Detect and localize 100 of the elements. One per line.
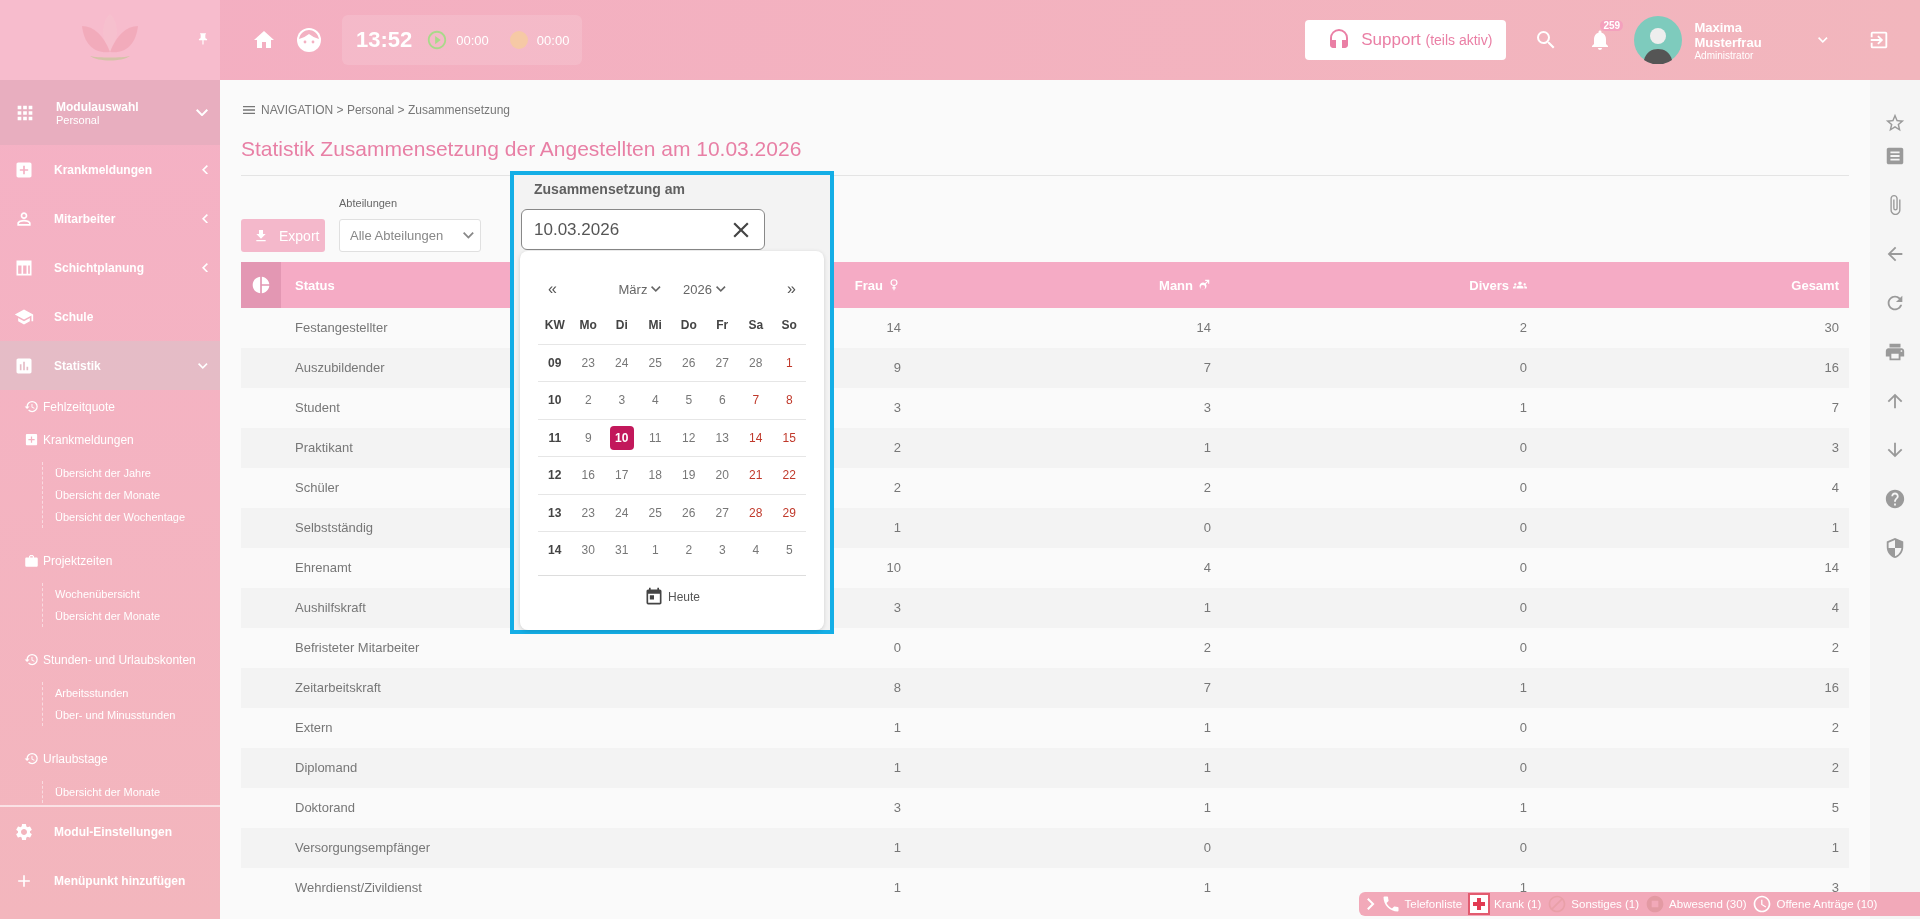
table-cell: 16: [1824, 361, 1839, 375]
table-cell: 1: [1519, 801, 1527, 815]
table-cell: 1: [893, 881, 901, 895]
page-title: Statistik Zusammensetzung der Angestellten am 10.03.2026: [241, 136, 803, 162]
table-cell: 1: [1519, 881, 1527, 895]
table-cell: 3: [893, 601, 901, 615]
table-cell: 16: [1824, 681, 1839, 695]
table-cell: 2: [1831, 721, 1839, 735]
table-cell: 3: [893, 801, 901, 815]
timer-value: 00:00: [536, 32, 570, 48]
table-cell: 3: [1831, 881, 1839, 895]
module-subtitle: Personal: [56, 113, 101, 126]
table-cell: 4: [1831, 601, 1839, 615]
week-number: 14: [548, 543, 562, 558]
table-cell: 3: [893, 401, 901, 415]
table-cell: 0: [1519, 641, 1527, 655]
table-cell: Befristeter Mitarbeiter: [295, 641, 420, 655]
table-cell: 0: [893, 641, 901, 655]
table-cell: 2: [1831, 641, 1839, 655]
weekday-header: So: [781, 318, 797, 333]
clock-time: 13:52: [356, 27, 413, 53]
table-cell: Festangestellter: [295, 321, 388, 335]
table-cell: Wehrdienst/Zivildienst: [295, 881, 422, 895]
week-number: 10: [548, 393, 562, 408]
table-cell: Extern: [295, 721, 333, 735]
table-cell: 1: [1831, 521, 1839, 535]
table-cell: 7: [1831, 401, 1839, 415]
table-cell: 0: [1203, 521, 1211, 535]
table-cell: 0: [1519, 601, 1527, 615]
table-cell: 2: [893, 481, 901, 495]
week-number: 11: [548, 430, 562, 445]
table-cell: 0: [1519, 841, 1527, 855]
table-cell: 14: [886, 321, 901, 335]
notification-badge: 259: [1600, 20, 1624, 31]
weekday-header: Mo: [579, 318, 597, 333]
table-cell: 2: [1831, 761, 1839, 775]
week-number: 13: [548, 505, 562, 520]
table-cell: 10: [886, 561, 901, 575]
table-cell: Diplomand: [295, 761, 358, 775]
table-cell: 1: [1203, 881, 1211, 895]
table-cell: Schüler: [295, 481, 340, 495]
table-cell: 7: [1203, 361, 1211, 375]
week-number: 09: [548, 355, 562, 370]
filter-label: Zusammensetzung am: [534, 181, 686, 199]
table-cell: 8: [893, 681, 901, 695]
weekday-header: Do: [680, 318, 697, 333]
table-cell: 0: [1519, 721, 1527, 735]
table-cell: 2: [1203, 481, 1211, 495]
table-cell: 0: [1519, 361, 1527, 375]
module-title: Modulauswahl: [56, 99, 140, 114]
table-cell: 14: [1824, 561, 1839, 575]
table-cell: 14: [1196, 321, 1211, 335]
table-cell: 30: [1824, 321, 1839, 335]
table-cell: 7: [1203, 681, 1211, 695]
table-cell: Zeitarbeitskraft: [295, 681, 381, 695]
weekday-header: Di: [615, 318, 628, 333]
table-cell: 4: [1831, 481, 1839, 495]
table-cell: Ehrenamt: [295, 561, 352, 575]
week-number: 12: [548, 468, 562, 483]
table-cell: 1: [1203, 601, 1211, 615]
table-cell: 1: [893, 841, 901, 855]
filter-label: Abteilungen: [339, 197, 399, 209]
table-cell: 0: [1519, 561, 1527, 575]
weekday-header: Sa: [748, 318, 764, 333]
table-cell: 1: [893, 721, 901, 735]
table-cell: Aushilfskraft: [295, 601, 366, 615]
table-cell: Doktorand: [295, 801, 355, 815]
table-cell: 1: [1519, 681, 1527, 695]
table-cell: 1: [1831, 841, 1839, 855]
table-cell: 0: [1519, 521, 1527, 535]
table-cell: 1: [1203, 761, 1211, 775]
table-cell: Auszubildender: [295, 361, 385, 375]
table-cell: 9: [893, 361, 901, 375]
table-cell: Selbstständig: [295, 521, 374, 535]
table-cell: 2: [1519, 321, 1527, 335]
table-cell: 1: [893, 521, 901, 535]
table-cell: 0: [1519, 441, 1527, 455]
timer-value: 00:00: [456, 32, 489, 48]
table-cell: 0: [1203, 841, 1211, 855]
table-cell: 4: [1203, 561, 1211, 575]
weekday-header: Fr: [716, 318, 729, 333]
table-cell: 5: [1831, 801, 1839, 815]
table-cell: 0: [1519, 481, 1527, 495]
table-cell: Versorgungsempfänger: [295, 841, 431, 855]
table-cell: 1: [1519, 401, 1527, 415]
weekday-header: Mi: [648, 318, 662, 333]
table-cell: 2: [1203, 641, 1211, 655]
table-cell: 0: [1519, 761, 1527, 775]
table-cell: 3: [1831, 441, 1839, 455]
table-cell: 1: [1203, 721, 1211, 735]
table-cell: Praktikant: [295, 441, 353, 455]
table-cell: Student: [295, 401, 340, 415]
table-cell: 1: [893, 761, 901, 775]
user-name: Maxima Musterfrau: [1694, 19, 1763, 50]
weekday-header: KW: [544, 318, 565, 333]
table-cell: 2: [893, 441, 901, 455]
table-cell: 1: [1203, 801, 1211, 815]
table-cell: 3: [1203, 401, 1211, 415]
table-cell: 1: [1203, 441, 1211, 455]
user-role: Administrator: [1694, 49, 1755, 61]
